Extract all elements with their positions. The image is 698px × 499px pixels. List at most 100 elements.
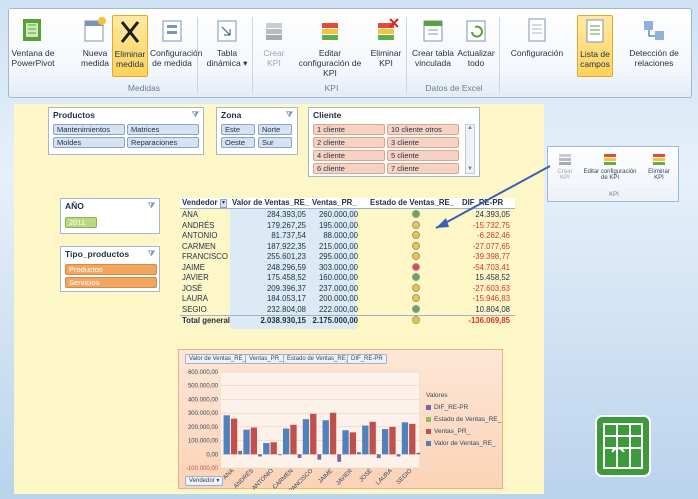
field-list-button[interactable]: Lista de campos: [577, 15, 613, 77]
bar-dif: [238, 450, 243, 455]
table-row: CARMEN 187.922,35 215.000,00 -27.077,65: [180, 241, 515, 252]
slicer-item[interactable]: 3 cliente: [387, 137, 459, 148]
pivot-table-icon: [217, 20, 237, 42]
y-tick-label: 300.000,00: [188, 411, 219, 417]
y-tick-label: 400.000,00: [188, 397, 219, 403]
refresh-all-button[interactable]: Actualizar todo: [456, 15, 496, 77]
edit-kpi-button[interactable]: Editar configuración de KPI: [293, 15, 367, 78]
slicer-scrollbar[interactable]: ▲ ▼: [465, 124, 475, 174]
edit-kpi-icon: [604, 154, 616, 165]
group-separator: [406, 17, 407, 93]
mini-edit-kpi-button[interactable]: Editar configuración de KPI: [582, 153, 638, 181]
cell-pr: 237.000,00: [318, 283, 358, 293]
mini-group-label: KPI: [609, 192, 619, 198]
bar-dif: [258, 454, 262, 457]
slicer-item[interactable]: Sur: [258, 137, 292, 148]
kpi-status-icon: [412, 294, 420, 302]
settings-doc-icon: [528, 18, 546, 42]
slicer-item[interactable]: 1 cliente: [313, 124, 385, 135]
slicer-item[interactable]: 4 cliente: [313, 150, 385, 161]
bar-ventas-pr: [389, 426, 396, 455]
slicer-item[interactable]: 2 cliente: [313, 137, 385, 148]
mini-delete-kpi-button[interactable]: Eliminar KPI: [644, 153, 674, 181]
cell-dif: -15.946,83: [472, 294, 510, 303]
axis-filter-button[interactable]: Vendedor ▾: [185, 476, 224, 486]
slicer-item[interactable]: Norte: [258, 124, 292, 135]
slicer-item[interactable]: Productos: [65, 264, 157, 275]
pivot-table-button[interactable]: Tabla dinámica ▾: [205, 15, 249, 77]
bar-dif: [357, 452, 361, 455]
settings-button[interactable]: Configuración: [505, 15, 569, 77]
kpi-status-icon: [412, 273, 420, 281]
delete-measure-button[interactable]: Eliminar medida: [112, 15, 148, 77]
kpi-status-icon: [412, 241, 420, 250]
bar-ventas-pr: [329, 412, 337, 455]
detect-relations-button[interactable]: Detección de relaciones: [621, 15, 687, 77]
y-tick-label: -100.000,00: [186, 466, 219, 472]
create-linked-table-button[interactable]: Crear tabla vinculada: [411, 15, 455, 77]
slicer-item[interactable]: 6 cliente: [313, 163, 385, 174]
bar-dif: [416, 452, 421, 455]
bar-valor-ventas: [282, 428, 290, 455]
bar-dif: [277, 454, 282, 456]
new-measure-icon: [84, 17, 106, 42]
clear-filter-icon[interactable]: ⧩: [286, 110, 293, 120]
bar-dif: [396, 454, 401, 457]
slicer-item[interactable]: 7 cliente: [387, 163, 459, 174]
clear-filter-icon[interactable]: ⧩: [148, 249, 155, 259]
powerpivot-window-button[interactable]: Ventana de PowerPivot: [11, 15, 55, 77]
slicer-item[interactable]: Oeste: [221, 137, 255, 148]
x-tick-label: LAURA: [375, 468, 393, 486]
bar-valor-ventas: [302, 419, 310, 455]
group-label-excel-data: Datos de Excel: [425, 83, 483, 93]
clear-filter-icon[interactable]: ⧩: [148, 201, 155, 211]
cell-pr: 195.000,00: [318, 220, 358, 230]
slicer-item[interactable]: 2011: [65, 217, 97, 228]
slicer-item[interactable]: Reparaciones: [127, 137, 199, 148]
slicer-item[interactable]: Mantenimientos: [53, 124, 125, 135]
slicer-item[interactable]: Servicios: [65, 277, 157, 288]
refresh-icon: [466, 20, 486, 42]
column-header-dif: DIF_RE-PR: [462, 198, 504, 207]
chevron-down-icon: ▾: [243, 58, 248, 68]
slicer-zona: Zona ⧩ Este Norte Oeste Sur: [216, 107, 298, 155]
bar-valor-ventas: [381, 429, 389, 455]
table-row: ANTONIO 81.737,54 88.000,00 -6.262,46: [180, 231, 515, 241]
pivot-total-row: Total general 2.038.930,15 2.175.000,00 -13…: [180, 315, 515, 325]
table-row: FRANCISCO 255.601,23 295.000,00 -39.398,77: [180, 252, 515, 262]
cell-vendedor: JAVIER: [182, 273, 209, 282]
slicer-item[interactable]: 5 cliente: [387, 150, 459, 161]
delete-kpi-button[interactable]: Eliminar KPI: [369, 15, 403, 77]
cell-vendedor: JOSÉ: [182, 283, 203, 293]
create-kpi-button[interactable]: Crear KPI: [259, 15, 289, 77]
x-tick-label: ANA: [222, 468, 235, 481]
table-row: JOSÉ 209.396,37 237.000,00 -27.603,63: [180, 283, 515, 294]
mini-create-kpi-button[interactable]: Crear KPI: [554, 153, 576, 181]
cell-pr: 160.000,00: [318, 273, 358, 282]
measure-config-button[interactable]: Configuración de medida: [150, 15, 202, 77]
cell-pr: 88.000,00: [323, 231, 358, 240]
clear-filter-icon[interactable]: ⧩: [192, 110, 199, 120]
x-tick-label: JAIME: [318, 468, 335, 485]
slicer-title: Cliente: [313, 110, 342, 120]
slicer-item[interactable]: 10 cliente otros: [387, 124, 459, 135]
cell-vendedor: Total general: [182, 316, 230, 325]
y-tick-label: 0,00: [206, 452, 218, 458]
bar-ventas-pr: [230, 418, 238, 455]
kpi-status-icon: [412, 252, 420, 260]
cell-dif: -136.069,85: [468, 316, 510, 325]
group-label-kpi: KPI: [324, 83, 339, 93]
column-header-vendedor[interactable]: Vendedor: [182, 198, 218, 209]
cell-dif: -39.398,77: [472, 252, 510, 261]
cell-dif: -6.262,46: [477, 231, 510, 240]
filter-dropdown-icon[interactable]: ▾: [220, 199, 228, 208]
scroll-down-icon[interactable]: ▼: [466, 166, 474, 172]
slicer-productos: Productos ⧩ Mantenimientos Matrices Molde…: [48, 107, 204, 155]
scroll-up-icon[interactable]: ▲: [466, 125, 474, 131]
slicer-item[interactable]: Moldes: [53, 137, 125, 148]
slicer-item[interactable]: Este: [221, 124, 255, 135]
slicer-title: Tipo_productos: [65, 249, 130, 259]
powerpivot-logo: [595, 415, 651, 477]
slicer-item[interactable]: Matrices: [127, 124, 199, 135]
new-measure-button[interactable]: Nueva medida: [79, 15, 111, 77]
